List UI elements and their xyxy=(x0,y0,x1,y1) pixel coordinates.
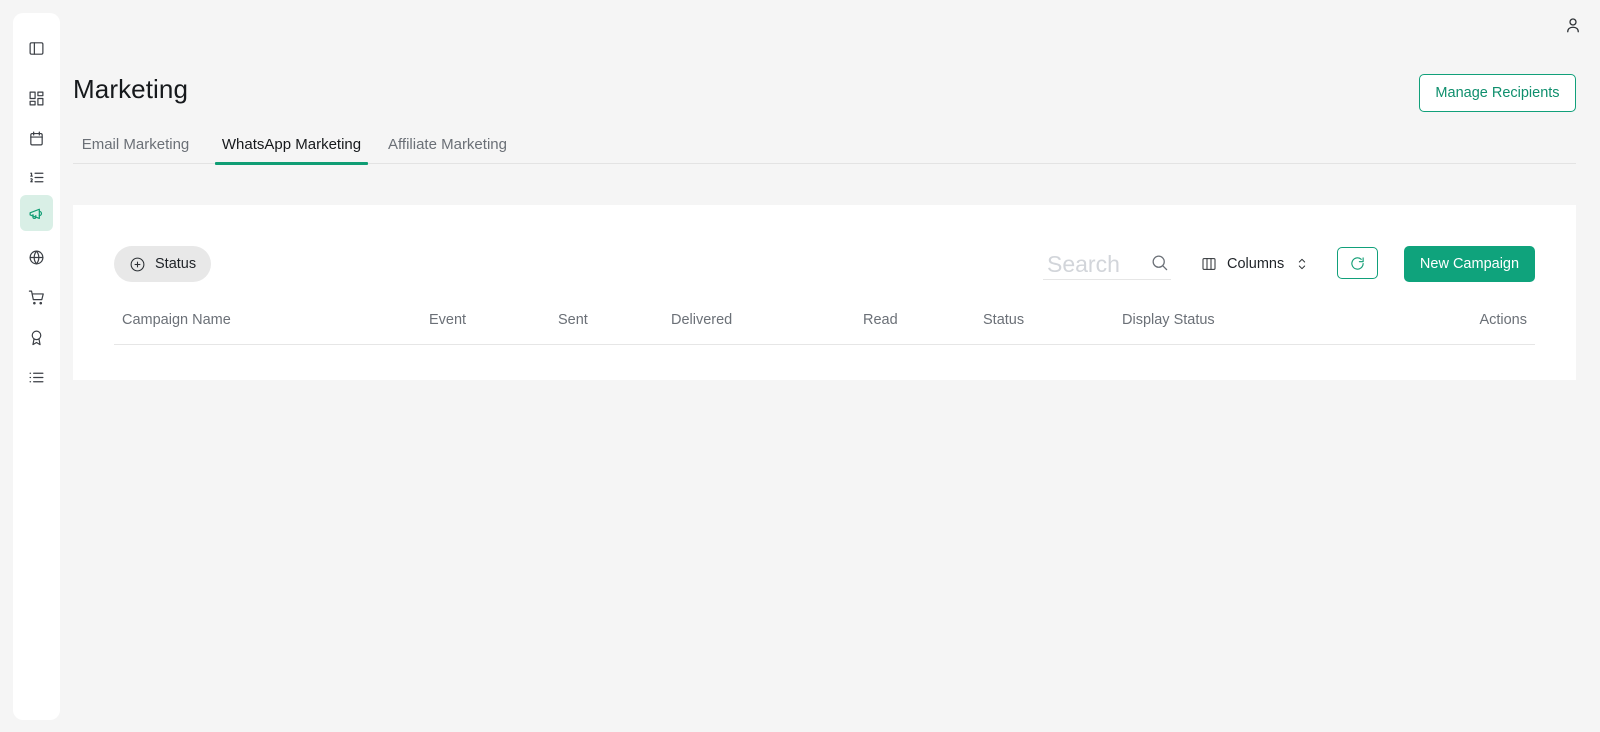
column-header-status[interactable]: Status xyxy=(983,312,1024,328)
status-filter-button[interactable]: Status xyxy=(114,246,211,282)
column-header-read[interactable]: Read xyxy=(863,312,898,328)
manage-recipients-button[interactable]: Manage Recipients xyxy=(1419,74,1576,112)
list-icon xyxy=(29,372,44,382)
search-button[interactable] xyxy=(1150,253,1170,273)
column-header-delivered[interactable]: Delivered xyxy=(671,312,732,328)
refresh-icon xyxy=(1351,256,1364,270)
new-campaign-button[interactable]: New Campaign xyxy=(1404,246,1535,282)
cart-icon xyxy=(28,290,44,304)
column-header-display-status[interactable]: Display Status xyxy=(1122,312,1215,328)
tab-bar: Email Marketing WhatsApp Marketing Affil… xyxy=(73,129,1576,165)
table-header: Campaign Name Event Sent Delivered Read … xyxy=(114,300,1535,345)
sidebar-item-marketing[interactable] xyxy=(20,195,53,231)
tab-email-marketing[interactable]: Email Marketing xyxy=(73,129,198,164)
plus-circle-icon xyxy=(130,257,145,271)
globe-icon xyxy=(29,250,44,264)
tab-affiliate-marketing[interactable]: Affiliate Marketing xyxy=(380,129,515,164)
sidebar-item-rewards[interactable] xyxy=(20,319,53,355)
award-icon xyxy=(31,330,42,345)
sidebar xyxy=(13,13,60,720)
campaigns-panel: Status Columns New Campaign Campaign Nam… xyxy=(73,205,1576,380)
megaphone-icon xyxy=(29,208,43,219)
ordered-list-icon xyxy=(30,172,44,182)
columns-button[interactable]: Columns xyxy=(1201,250,1310,278)
panel-toggle-icon xyxy=(29,41,44,55)
user-profile-button[interactable] xyxy=(1564,16,1584,36)
calendar-icon xyxy=(30,131,43,145)
sidebar-item-globe[interactable] xyxy=(20,239,53,275)
column-header-event[interactable]: Event xyxy=(429,312,466,328)
search-icon xyxy=(1152,255,1168,271)
tab-whatsapp-marketing[interactable]: WhatsApp Marketing xyxy=(215,129,368,165)
column-header-actions[interactable]: Actions xyxy=(1479,312,1527,328)
sidebar-toggle-button[interactable] xyxy=(20,30,53,66)
page-title: Marketing xyxy=(73,74,189,104)
column-header-sent[interactable]: Sent xyxy=(558,312,588,328)
dashboard-icon xyxy=(29,91,44,105)
columns-label: Columns xyxy=(1227,256,1285,272)
columns-icon xyxy=(1202,258,1216,270)
sidebar-item-cart[interactable] xyxy=(20,279,53,315)
column-header-campaign-name[interactable]: Campaign Name xyxy=(122,312,231,328)
refresh-button[interactable] xyxy=(1337,247,1378,279)
sidebar-item-dashboard[interactable] xyxy=(20,80,53,116)
chevron-up-down-icon xyxy=(1299,258,1306,270)
search-input[interactable] xyxy=(1047,250,1147,278)
sidebar-item-calendar[interactable] xyxy=(20,120,53,156)
user-icon xyxy=(1567,18,1579,33)
sidebar-item-list[interactable] xyxy=(20,359,53,395)
status-filter-label: Status xyxy=(155,256,197,272)
sidebar-item-orders[interactable] xyxy=(20,159,53,195)
